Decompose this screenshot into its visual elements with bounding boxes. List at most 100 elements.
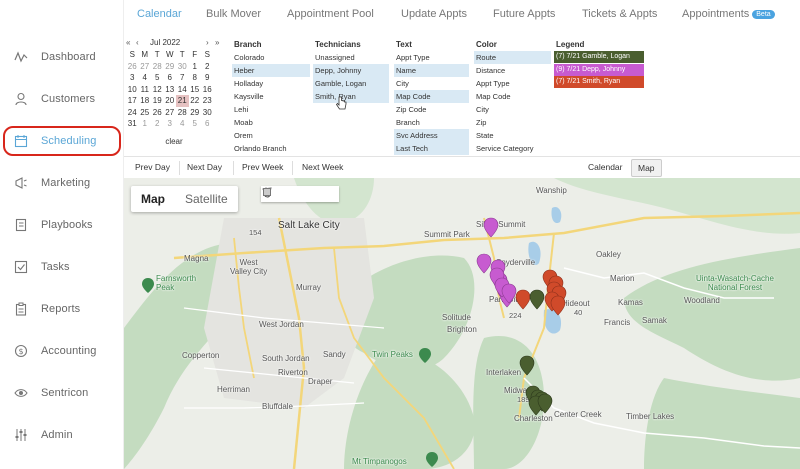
tab-calendar[interactable]: Calendar xyxy=(137,8,182,20)
sidebar-item-accounting[interactable]: $ Accounting xyxy=(0,336,124,366)
map-type-map-button[interactable]: Map xyxy=(131,186,175,212)
tab-future-appts[interactable]: Future Appts xyxy=(493,8,555,20)
circle-icon[interactable] xyxy=(263,188,297,200)
calendar-day[interactable]: 26 xyxy=(151,107,164,119)
text-option-selected[interactable]: Name xyxy=(394,64,469,77)
rectangle-icon[interactable] xyxy=(263,188,333,200)
sidebar-item-playbooks[interactable]: Playbooks xyxy=(0,210,124,240)
calendar-view-button[interactable]: Calendar xyxy=(588,162,623,172)
prev-year-button[interactable]: « xyxy=(126,38,130,47)
calendar-day[interactable]: 4 xyxy=(176,118,189,130)
calendar-day[interactable]: 3 xyxy=(164,118,177,130)
calendar-day[interactable]: 31 xyxy=(126,118,139,130)
text-option[interactable]: Branch xyxy=(394,116,469,129)
color-option-selected[interactable]: Route xyxy=(474,51,551,64)
calendar-day[interactable]: 28 xyxy=(151,61,164,73)
branch-option[interactable]: Moab xyxy=(232,116,310,129)
map-view[interactable]: Salt Lake City Magna West Valley City Mu… xyxy=(124,178,800,469)
branch-option[interactable]: Lehi xyxy=(232,103,310,116)
prev-week-button[interactable]: Prev Week xyxy=(242,162,283,172)
sidebar-item-marketing[interactable]: Marketing xyxy=(0,168,124,198)
branch-option[interactable]: Colorado xyxy=(232,51,310,64)
calendar-day[interactable]: 28 xyxy=(176,107,189,119)
calendar-day[interactable]: 11 xyxy=(139,84,152,96)
prev-day-button[interactable]: Prev Day xyxy=(135,162,170,172)
technician-option[interactable]: Unassigned xyxy=(313,51,389,64)
calendar-day[interactable]: 29 xyxy=(164,61,177,73)
sidebar-item-admin[interactable]: Admin xyxy=(0,420,124,450)
calendar-day[interactable]: 10 xyxy=(126,84,139,96)
calendar-day[interactable]: 18 xyxy=(139,95,152,107)
sidebar-item-tasks[interactable]: Tasks xyxy=(0,252,124,282)
calendar-day[interactable]: 6 xyxy=(164,72,177,84)
color-option[interactable]: Distance xyxy=(474,64,551,77)
color-option[interactable]: State xyxy=(474,129,551,142)
calendar-day[interactable]: 13 xyxy=(164,84,177,96)
calendar-day[interactable]: 17 xyxy=(126,95,139,107)
text-option-selected[interactable]: Svc Address xyxy=(394,129,469,142)
calendar-day[interactable]: 4 xyxy=(139,72,152,84)
sidebar-item-sentricon[interactable]: Sentricon xyxy=(0,378,124,408)
calendar-day[interactable]: 26 xyxy=(126,61,139,73)
color-option[interactable]: Service Category xyxy=(474,142,551,155)
calendar-day[interactable]: 14 xyxy=(176,84,189,96)
calendar-day[interactable]: 6 xyxy=(201,118,214,130)
calendar-day[interactable]: 30 xyxy=(176,61,189,73)
calendar-day[interactable]: 27 xyxy=(139,61,152,73)
color-option[interactable]: City xyxy=(474,103,551,116)
calendar-day[interactable]: 24 xyxy=(126,107,139,119)
text-option[interactable]: City xyxy=(394,77,469,90)
technician-option-selected[interactable]: Gamble, Logan xyxy=(313,77,389,90)
calendar-day[interactable]: 1 xyxy=(189,61,202,73)
calendar-day[interactable]: 29 xyxy=(189,107,202,119)
tab-bulk-mover[interactable]: Bulk Mover xyxy=(206,8,261,20)
calendar-day[interactable]: 2 xyxy=(201,61,214,73)
branch-option[interactable]: Holladay xyxy=(232,77,310,90)
calendar-day[interactable]: 19 xyxy=(151,95,164,107)
sidebar-item-dashboard[interactable]: Dashboard xyxy=(0,42,124,72)
calendar-day[interactable]: 8 xyxy=(189,72,202,84)
technician-option-selected[interactable]: Smith, Ryan xyxy=(313,90,389,103)
next-month-button[interactable]: › xyxy=(206,38,209,47)
calendar-day[interactable]: 15 xyxy=(189,84,202,96)
color-option[interactable]: Zip xyxy=(474,116,551,129)
calendar-day[interactable]: 20 xyxy=(164,95,177,107)
calendar-day-selected[interactable]: 21 xyxy=(176,95,189,107)
calendar-clear-button[interactable]: clear xyxy=(124,137,224,146)
calendar-day[interactable]: 27 xyxy=(164,107,177,119)
branch-option[interactable]: Orem xyxy=(232,129,310,142)
calendar-day[interactable]: 30 xyxy=(201,107,214,119)
polygon-icon[interactable] xyxy=(262,187,315,200)
text-option[interactable]: Zip Code xyxy=(394,103,469,116)
branch-option-selected[interactable]: Heber xyxy=(232,64,310,77)
sidebar-item-reports[interactable]: Reports xyxy=(0,294,124,324)
text-option-selected[interactable]: Map Code xyxy=(394,90,469,103)
calendar-day[interactable]: 5 xyxy=(151,72,164,84)
calendar-day[interactable]: 5 xyxy=(189,118,202,130)
tab-tickets-appts[interactable]: Tickets & Appts xyxy=(582,8,657,20)
tab-appointment-pool[interactable]: Appointment Pool xyxy=(287,8,374,20)
calendar-day[interactable]: 25 xyxy=(139,107,152,119)
prev-month-button[interactable]: ‹ xyxy=(136,38,139,47)
calendar-day[interactable]: 12 xyxy=(151,84,164,96)
tab-update-appts[interactable]: Update Appts xyxy=(401,8,467,20)
branch-option[interactable]: Kaysville xyxy=(232,90,310,103)
calendar-day[interactable]: 23 xyxy=(201,95,214,107)
calendar-day[interactable]: 7 xyxy=(176,72,189,84)
calendar-day[interactable]: 22 xyxy=(189,95,202,107)
next-week-button[interactable]: Next Week xyxy=(302,162,343,172)
calendar-day[interactable]: 9 xyxy=(201,72,214,84)
text-option-selected[interactable]: Last Tech xyxy=(394,142,469,155)
tab-appointments[interactable]: Appointments Beta xyxy=(682,8,775,20)
sidebar-item-customers[interactable]: Customers xyxy=(0,84,124,114)
color-option[interactable]: Map Code xyxy=(474,90,551,103)
calendar-day[interactable]: 2 xyxy=(151,118,164,130)
branch-option[interactable]: Orlando Branch xyxy=(232,142,310,155)
map-type-satellite-button[interactable]: Satellite xyxy=(175,186,238,212)
calendar-day[interactable]: 16 xyxy=(201,84,214,96)
calendar-day[interactable]: 1 xyxy=(139,118,152,130)
color-option[interactable]: Appt Type xyxy=(474,77,551,90)
technician-option-selected[interactable]: Depp, Johnny xyxy=(313,64,389,77)
text-option[interactable]: Appt Type xyxy=(394,51,469,64)
next-day-button[interactable]: Next Day xyxy=(187,162,222,172)
